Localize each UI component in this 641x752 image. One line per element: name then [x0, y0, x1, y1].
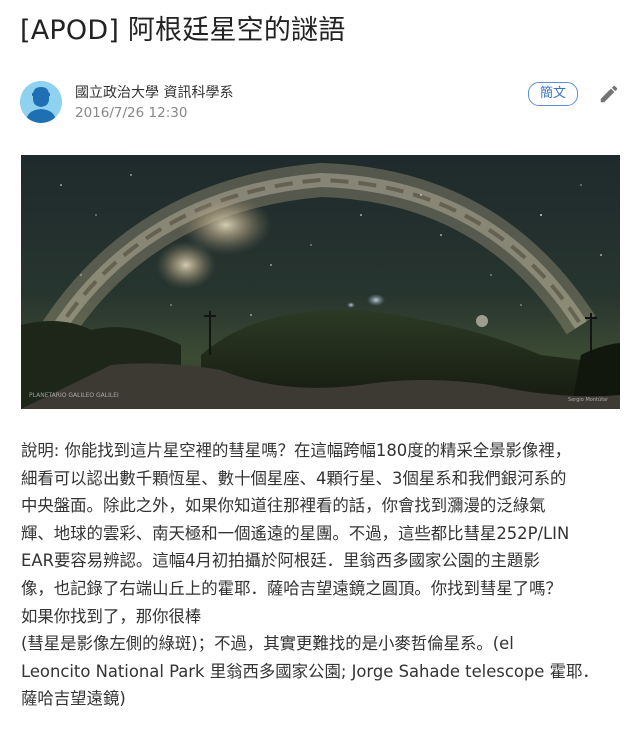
description-line: Leoncito National Park 里翁西多國家公園; Jorge S…	[21, 661, 599, 681]
author-name[interactable]: 國立政治大學 資訊科學系	[75, 82, 233, 102]
description-line: 中央盤面。除此之外，如果你知道往那裡看的話，你會找到瀰漫的泛綠氣	[21, 496, 546, 516]
simplified-chinese-toggle-button[interactable]: 簡文	[528, 82, 578, 106]
post-date: 2016/7/26 12:30	[75, 105, 188, 121]
planetarium-watermark: PLANETARIO GALILEO GALILEI	[29, 392, 119, 399]
photo-credit: Sergio Montúfar	[568, 397, 608, 403]
description-line: (彗星是影像左側的綠斑)；不過，其實更難找的是小麥哲倫星系。(el	[21, 634, 514, 654]
description-line: 說明: 你能找到這片星空裡的彗星嗎？在這幅跨幅180度的精采全景影像裡，	[21, 441, 572, 460]
description-line: EAR要容易辨認。這幅4月初拍攝於阿根廷．里翁西多國家公園的主題影	[21, 551, 540, 571]
pencil-icon[interactable]	[598, 83, 620, 105]
post-title: [APOD] 阿根廷星空的謎語	[20, 15, 346, 46]
description-line: 像，也記錄了右端山丘上的霍耶．薩哈吉望遠鏡之圓頂。你找到彗星了嗎？	[21, 578, 562, 598]
milky-way-panorama-image: PLANETARIO GALILEO GALILEI Sergio Montúf…	[21, 155, 620, 409]
description-line: 如果你找到了，那你很棒	[21, 606, 202, 626]
post-description: 說明: 你能找到這片星空裡的彗星嗎？在這幅跨幅180度的精采全景影像裡， 細看可…	[21, 437, 621, 713]
description-line: 細看可以認出數千顆恆星、數十個星座、4顆行星、3個星系和我們銀河系的	[21, 468, 567, 488]
user-silhouette-icon[interactable]	[20, 81, 62, 123]
description-line: 薩哈吉望遠鏡)	[21, 689, 126, 709]
author-row: 國立政治大學 資訊科學系 2016/7/26 12:30 簡文	[20, 80, 620, 128]
description-line: 輝、地球的雲彩、南天極和一個遙遠的星團。不過，這些都比彗星252P/LIN	[21, 523, 570, 543]
